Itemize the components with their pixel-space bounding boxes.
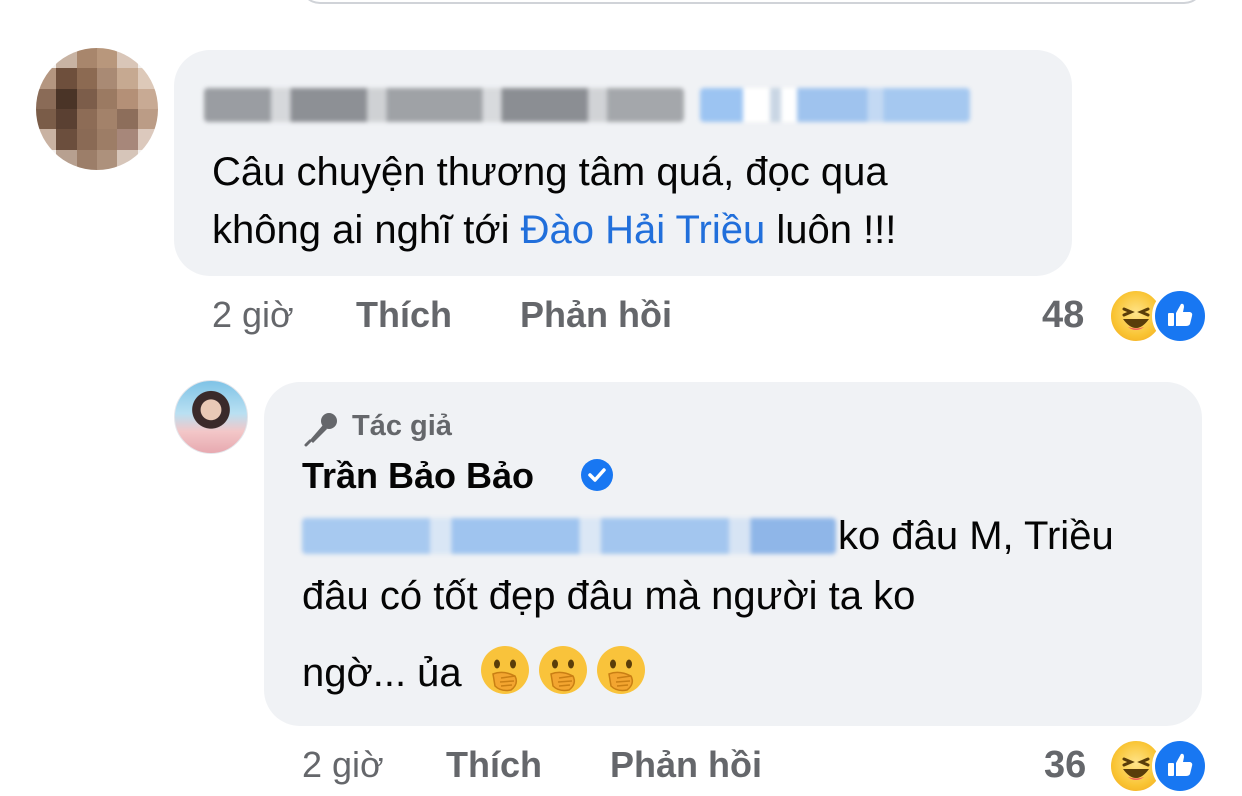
- reaction-count[interactable]: 48: [1042, 294, 1084, 337]
- previous-comment-bubble-edge: [300, 0, 1204, 4]
- comment-actions: 2 giờ Thích Phản hồi: [212, 294, 712, 338]
- blurred-commenter-name[interactable]: [204, 88, 684, 122]
- reply-text-line-1: ko đâu M, Triều: [838, 514, 1114, 558]
- face-with-hand-over-mouth-icon: [480, 646, 529, 694]
- reply-time[interactable]: 2 giờ: [302, 744, 384, 786]
- like-icon[interactable]: [1152, 288, 1208, 344]
- mention-link[interactable]: Đào Hải Triều: [521, 208, 766, 252]
- comment-text-segment: không ai nghĩ tới: [212, 208, 521, 252]
- pixelated-avatar-image: [36, 48, 158, 170]
- blurred-tagged-name[interactable]: [302, 518, 836, 554]
- reaction-count[interactable]: 36: [1044, 744, 1086, 787]
- reply-text-segment: ngờ... ủa: [302, 651, 462, 695]
- reply-text-line-3: ngờ... ủa: [302, 644, 647, 702]
- face-with-hand-over-mouth-icon: [538, 646, 587, 694]
- comment-text-line-1: Câu chuyện thương tâm quá, đọc qua: [212, 150, 888, 194]
- author-name[interactable]: Trần Bảo Bảo: [302, 455, 534, 497]
- reply-text-line-2: đâu có tốt đẹp đâu mà người ta ko: [302, 574, 916, 618]
- reply-button[interactable]: Phản hồi: [520, 294, 672, 336]
- blurred-mention-name[interactable]: [700, 88, 970, 122]
- commenter-avatar[interactable]: [36, 48, 158, 170]
- author-avatar[interactable]: [174, 380, 248, 454]
- like-button[interactable]: Thích: [446, 744, 542, 786]
- face-with-hand-over-mouth-icon: [596, 646, 645, 694]
- verified-badge-icon: [581, 459, 613, 491]
- like-icon[interactable]: [1152, 738, 1208, 794]
- microphone-icon: [304, 413, 337, 447]
- like-button[interactable]: Thích: [356, 294, 452, 336]
- author-badge: Tác giả: [352, 410, 452, 442]
- comment-time[interactable]: 2 giờ: [212, 294, 294, 336]
- comment-text-segment: luôn !!!: [765, 208, 897, 252]
- comment-text-line-2: không ai nghĩ tới Đào Hải Triều luôn !!!: [212, 201, 896, 259]
- reply-actions: 2 giờ Thích Phản hồi: [302, 744, 802, 788]
- reply-button[interactable]: Phản hồi: [610, 744, 762, 786]
